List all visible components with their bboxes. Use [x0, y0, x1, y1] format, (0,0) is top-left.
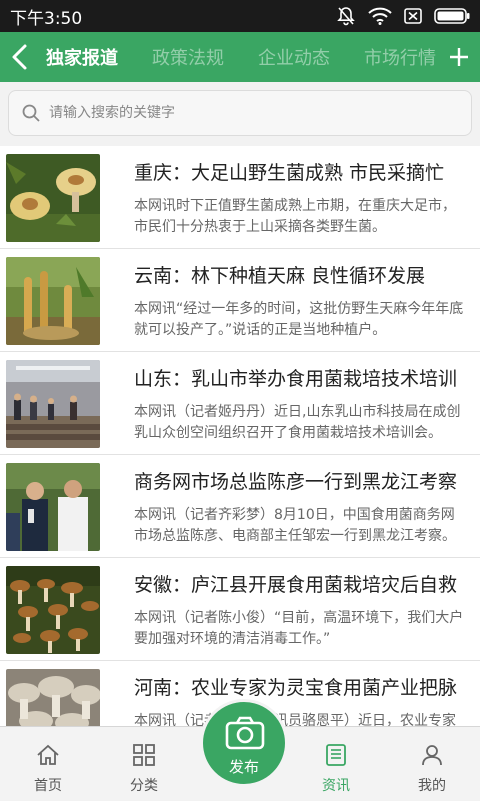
tab-company-news[interactable]: 企业动态 — [258, 44, 330, 70]
article-title: 山东：乳山市举办食用菌栽培技术培训 — [134, 368, 458, 390]
no-sim-icon — [404, 8, 422, 24]
article-summary: 本网讯（记者姬丹丹）近日,山东乳山市科技局在成创乳山众创空间组织召开了食用菌栽培… — [134, 404, 461, 441]
list-item[interactable]: 云南：林下种植天麻 良性循环发展 本网讯“经过一年多的时间，这批仿野生天麻今年年… — [0, 249, 480, 352]
article-title: 安徽：庐江县开展食用菌栽培灾后自救 — [134, 574, 458, 596]
news-icon — [326, 744, 346, 766]
search-box[interactable] — [8, 90, 472, 136]
article-summary: 本网讯（记者齐彩梦）8月10日，中国食用菌商务网市场总监陈彦、电商部主任邹宏一行… — [134, 507, 456, 544]
plus-icon — [450, 48, 468, 66]
publish-button[interactable]: 发布 — [200, 699, 288, 787]
app-header: 独家报道 政策法规 企业动态 市场行情 — [0, 32, 480, 82]
search-input[interactable] — [47, 104, 451, 122]
tab-market[interactable]: 市场行情 — [364, 44, 436, 70]
list-item[interactable]: 重庆：大足山野生菌成熟 市民采摘忙 本网讯时下正值野生菌成熟上市期，在重庆大足市… — [0, 146, 480, 249]
nav-mine[interactable]: 我的 — [384, 727, 480, 801]
bottom-nav: 首页 分类 发布 资讯 我的 — [0, 699, 480, 801]
list-item[interactable]: 山东：乳山市举办食用菌栽培技术培训 本网讯（记者姬丹丹）近日,山东乳山市科技局在… — [0, 352, 480, 455]
back-arrow-icon — [12, 44, 27, 70]
list-item[interactable]: 商务网市场总监陈彦一行到黑龙江考察 本网讯（记者齐彩梦）8月10日，中国食用菌商… — [0, 455, 480, 558]
mute-bell-icon — [336, 6, 356, 26]
search-icon — [22, 104, 40, 122]
article-thumbnail — [6, 669, 100, 726]
article-title: 河南：农业专家为灵宝食用菌产业把脉 — [134, 677, 458, 699]
status-icons — [336, 6, 470, 26]
nav-home-label: 首页 — [34, 778, 62, 794]
article-title: 重庆：大足山野生菌成熟 市民采摘忙 — [134, 162, 445, 184]
article-summary: 本网讯“经过一年多的时间，这批仿野生天麻今年年底就可以投产了。”说话的正是当地种… — [134, 301, 464, 338]
battery-icon — [434, 8, 470, 24]
search-area — [0, 82, 480, 146]
back-button[interactable] — [6, 41, 36, 73]
tab-policy[interactable]: 政策法规 — [152, 44, 224, 70]
user-icon — [422, 745, 442, 766]
nav-home[interactable]: 首页 — [0, 727, 96, 801]
list-item[interactable]: 安徽：庐江县开展食用菌栽培灾后自救 本网讯（记者陈小俊）“目前，高温环境下，我们… — [0, 558, 480, 661]
article-thumbnail — [6, 463, 100, 551]
article-summary: 本网讯时下正值野生菌成熟上市期，在重庆大足市，市民们十分热衷于上山采摘各类野生菌… — [134, 198, 456, 235]
article-thumbnail — [6, 154, 100, 242]
nav-category[interactable]: 分类 — [96, 727, 192, 801]
home-icon — [37, 744, 59, 765]
nav-news[interactable]: 资讯 — [288, 727, 384, 801]
article-title: 商务网市场总监陈彦一行到黑龙江考察 — [134, 471, 458, 493]
article-list: 重庆：大足山野生菌成熟 市民采摘忙 本网讯时下正值野生菌成熟上市期，在重庆大足市… — [0, 146, 480, 726]
publish-label: 发布 — [228, 758, 259, 776]
nav-category-label: 分类 — [130, 778, 158, 794]
category-tabs: 独家报道 政策法规 企业动态 市场行情 — [46, 32, 444, 82]
article-thumbnail — [6, 360, 100, 448]
article-summary: 本网讯（记者陈小俊）“目前，高温环境下，我们大户要加强对环境的清洁消毒工作。” — [134, 610, 464, 647]
camera-icon — [225, 716, 265, 750]
article-title: 云南：林下种植天麻 良性循环发展 — [134, 265, 426, 287]
add-tab-button[interactable] — [444, 41, 474, 73]
nav-news-label: 资讯 — [322, 778, 350, 794]
article-summary: 本网讯（记者明旭影通讯员骆恩平）近日，农业专家来到灵宝市为食用菌产业发展出谋划策… — [134, 713, 456, 726]
article-thumbnail — [6, 257, 100, 345]
grid-icon — [133, 744, 155, 766]
status-time: 下午3:50 — [10, 8, 83, 29]
tab-exclusive-report[interactable]: 独家报道 — [46, 44, 118, 70]
status-bar: 下午3:50 — [0, 0, 480, 32]
nav-mine-label: 我的 — [418, 778, 446, 794]
article-thumbnail — [6, 566, 100, 654]
wifi-icon — [368, 7, 392, 25]
